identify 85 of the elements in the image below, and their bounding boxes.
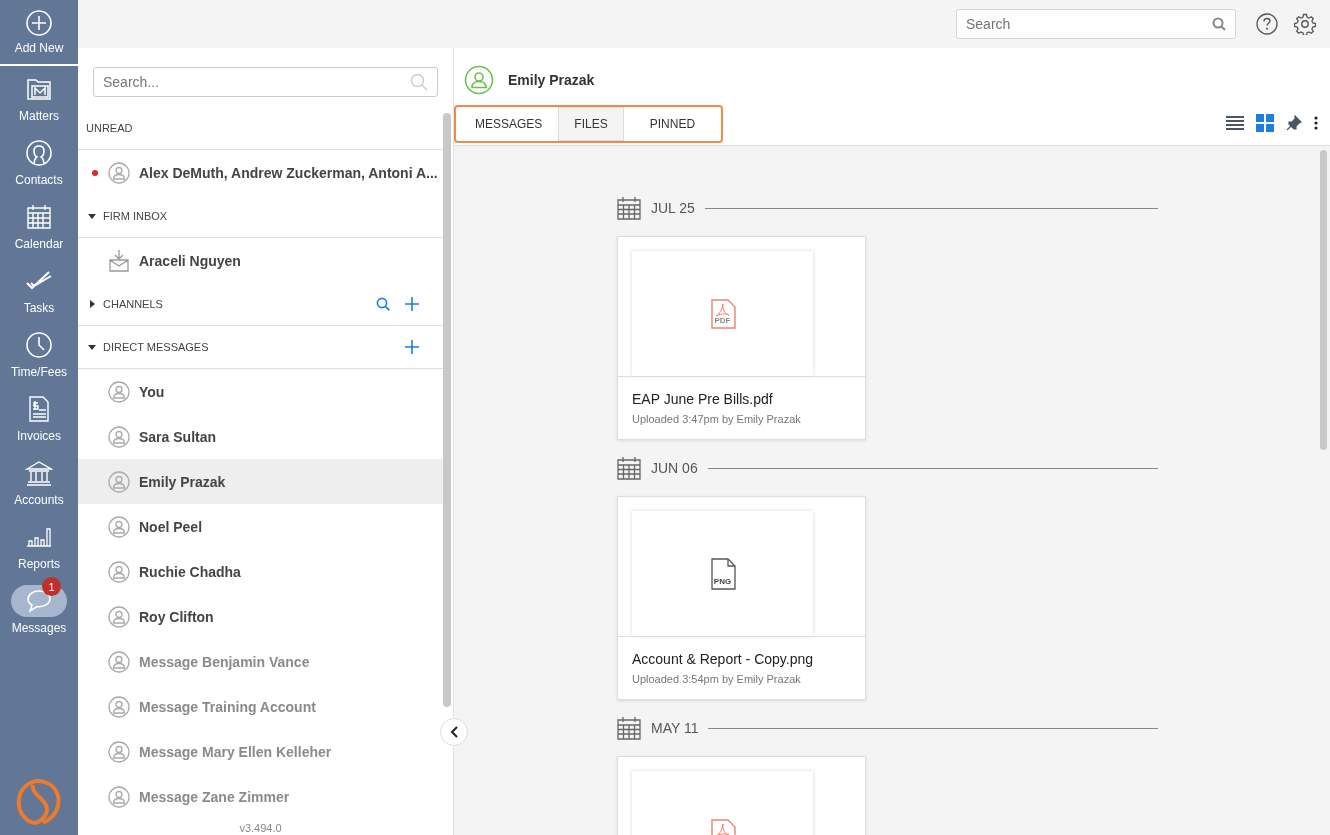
conversation-title: Emily Prazak bbox=[508, 72, 595, 88]
nav-item[interactable]: Matters bbox=[0, 66, 78, 130]
more-icon[interactable] bbox=[1314, 116, 1318, 130]
avatar-icon bbox=[108, 470, 130, 493]
conversation-item[interactable]: Ruchie Chadha bbox=[78, 549, 443, 594]
avatar-icon bbox=[108, 380, 130, 403]
date-heading: JUL 25 bbox=[651, 200, 695, 216]
section-title: CHANNELS bbox=[103, 298, 163, 310]
avatar-icon bbox=[108, 161, 130, 184]
avatar-icon bbox=[108, 695, 130, 718]
avatar-icon bbox=[108, 740, 130, 763]
chevron-left-icon bbox=[450, 726, 458, 738]
plus-icon[interactable] bbox=[405, 297, 419, 311]
plus-circle-icon bbox=[25, 9, 53, 37]
conversation-item[interactable]: Message Training Account bbox=[78, 684, 443, 729]
date-heading: JUN 06 bbox=[651, 460, 698, 476]
conversation-item[interactable]: Emily Prazak bbox=[78, 459, 443, 504]
chat-bubble-icon bbox=[26, 589, 52, 613]
version-text: v3.494.0 bbox=[238, 821, 283, 834]
folder-icon bbox=[26, 76, 52, 102]
avatar-icon bbox=[108, 515, 130, 538]
list-view-icon[interactable] bbox=[1226, 115, 1244, 131]
nav-item[interactable]: Time/Fees bbox=[0, 322, 78, 386]
conversation-item[interactable]: Sara Sultan bbox=[78, 414, 443, 459]
conversation-item[interactable]: Alex DeMuth, Andrew Zuckerman, Antoni A... bbox=[78, 150, 443, 195]
image-file-icon: PNG bbox=[709, 557, 736, 590]
conversation-item[interactable]: Message Benjamin Vance bbox=[78, 639, 443, 684]
grid-view-icon[interactable] bbox=[1256, 114, 1274, 132]
invoice-icon bbox=[28, 395, 50, 423]
file-card[interactable]: PNG Account & Report - Copy.png Uploaded 3:54pm by Emily Prazak bbox=[617, 496, 866, 700]
bank-icon bbox=[25, 460, 53, 486]
caret-icon[interactable] bbox=[88, 212, 96, 220]
conversation-item[interactable]: Message Zane Zimmer bbox=[78, 774, 443, 819]
tab[interactable]: FILES bbox=[558, 107, 624, 141]
settings-icon[interactable] bbox=[1294, 13, 1316, 35]
search-icon bbox=[410, 73, 428, 91]
clock-icon bbox=[25, 331, 53, 359]
nav-item[interactable]: Reports bbox=[0, 514, 78, 578]
conversation-item[interactable]: Araceli Nguyen bbox=[78, 238, 443, 283]
avatar-icon bbox=[108, 650, 130, 673]
tab[interactable]: PINNED bbox=[623, 107, 722, 141]
file-name: EAP June Pre Bills.pdf bbox=[632, 391, 774, 407]
section-title: DIRECT MESSAGES bbox=[103, 341, 209, 353]
help-icon[interactable] bbox=[1256, 13, 1278, 35]
tab[interactable]: MESSAGES bbox=[459, 107, 559, 141]
nav-item[interactable]: 1 Messages bbox=[0, 578, 78, 642]
section-title: UNREAD bbox=[86, 122, 133, 134]
calendar-icon bbox=[617, 716, 641, 740]
nav-item[interactable]: Accounts bbox=[0, 450, 78, 514]
conversation-item[interactable]: Message Mary Ellen Kelleher bbox=[78, 729, 443, 774]
bar-chart-icon bbox=[26, 527, 52, 547]
plus-icon[interactable] bbox=[405, 340, 419, 354]
search-icon[interactable] bbox=[376, 297, 390, 311]
avatar-icon bbox=[108, 560, 130, 583]
search-icon bbox=[1212, 17, 1226, 31]
conversation-item[interactable]: Roy Clifton bbox=[78, 594, 443, 639]
upload-info: Uploaded 3:47pm by Emily Prazak bbox=[632, 413, 802, 425]
pdf-file-icon: PDF bbox=[709, 298, 736, 329]
file-name: Account & Report - Copy.png bbox=[632, 651, 815, 667]
unread-badge: 1 bbox=[42, 577, 61, 596]
file-card[interactable]: PDF EAP June Pre Bills.pdf Uploaded 3:47pm by Emily Prazak bbox=[617, 236, 866, 440]
upload-info: Uploaded 3:54pm by Emily Prazak bbox=[632, 673, 802, 685]
person-icon bbox=[25, 139, 53, 167]
nav-item[interactable]: Contacts bbox=[0, 130, 78, 194]
search-field[interactable]: Search bbox=[956, 9, 1236, 39]
calendar-icon bbox=[617, 196, 641, 220]
caret-icon[interactable] bbox=[88, 300, 96, 308]
avatar-icon bbox=[108, 605, 130, 628]
conversation-item[interactable]: Noel Peel bbox=[78, 504, 443, 549]
calendar-icon bbox=[617, 456, 641, 480]
search-field[interactable]: Search... bbox=[93, 67, 438, 97]
avatar-icon bbox=[108, 425, 130, 448]
collapse-button[interactable] bbox=[440, 718, 468, 746]
nav-item[interactable]: Tasks bbox=[0, 258, 78, 322]
conversation-item[interactable]: You bbox=[78, 369, 443, 414]
avatar-icon bbox=[108, 785, 130, 808]
section-title: FIRM INBOX bbox=[103, 210, 168, 222]
date-heading: MAY 11 bbox=[651, 720, 699, 736]
calendar-icon bbox=[26, 204, 52, 230]
nav-item[interactable]: Calendar bbox=[0, 194, 78, 258]
nav-item[interactable]: Invoices bbox=[0, 386, 78, 450]
inbox-icon bbox=[108, 248, 130, 273]
caret-icon[interactable] bbox=[88, 343, 96, 351]
avatar-icon bbox=[464, 65, 494, 95]
pin-icon[interactable] bbox=[1286, 115, 1302, 131]
